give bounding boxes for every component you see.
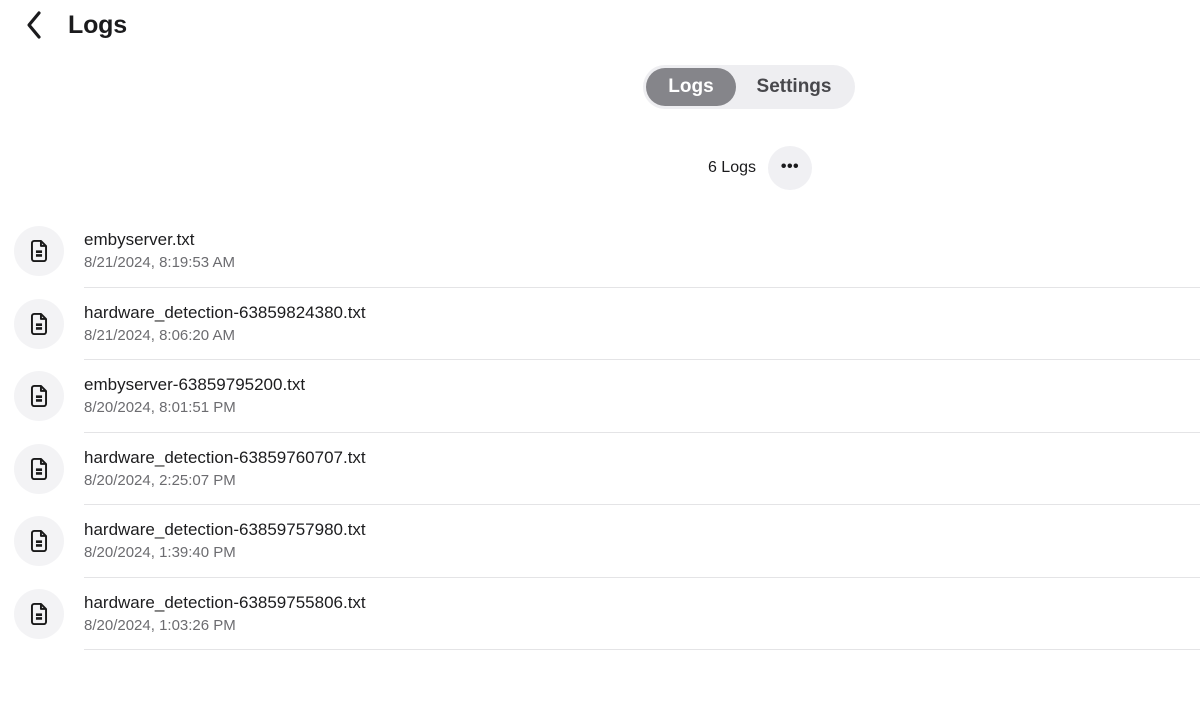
log-row-content: hardware_detection-63859755806.txt 8/20/… [84,578,1200,651]
page-title: Logs [68,11,127,40]
log-filename: hardware_detection-63859760707.txt [84,448,1200,468]
log-timestamp: 8/21/2024, 8:06:20 AM [84,327,1200,344]
document-icon [26,383,52,409]
back-button[interactable] [24,8,52,42]
document-icon-circle [14,444,64,494]
log-row[interactable]: embyserver-63859795200.txt 8/20/2024, 8:… [0,360,1200,433]
log-timestamp: 8/20/2024, 8:01:51 PM [84,399,1200,416]
log-list: embyserver.txt 8/21/2024, 8:19:53 AM har… [0,215,1200,650]
log-filename: hardware_detection-63859755806.txt [84,593,1200,613]
log-filename: hardware_detection-63859757980.txt [84,520,1200,540]
segmented-control: Logs Settings [643,65,855,109]
log-row[interactable]: hardware_detection-63859760707.txt 8/20/… [0,433,1200,506]
log-timestamp: 8/20/2024, 2:25:07 PM [84,472,1200,489]
document-icon-circle [14,589,64,639]
logs-count-label: 6 Logs [708,159,756,177]
document-icon [26,528,52,554]
log-row[interactable]: hardware_detection-63859755806.txt 8/20/… [0,578,1200,651]
tab-settings[interactable]: Settings [736,68,852,106]
document-icon [26,238,52,264]
log-row[interactable]: hardware_detection-63859824380.txt 8/21/… [0,288,1200,361]
log-timestamp: 8/21/2024, 8:19:53 AM [84,254,1200,271]
document-icon-circle [14,516,64,566]
header: Logs [24,8,127,42]
document-icon [26,311,52,337]
document-icon-circle [14,371,64,421]
document-icon-circle [14,226,64,276]
log-row[interactable]: embyserver.txt 8/21/2024, 8:19:53 AM [0,215,1200,288]
log-timestamp: 8/20/2024, 1:03:26 PM [84,617,1200,634]
document-icon [26,456,52,482]
document-icon-circle [14,299,64,349]
log-timestamp: 8/20/2024, 1:39:40 PM [84,544,1200,561]
log-row-content: hardware_detection-63859760707.txt 8/20/… [84,433,1200,506]
log-row-content: embyserver-63859795200.txt 8/20/2024, 8:… [84,360,1200,433]
tab-logs[interactable]: Logs [646,68,736,106]
more-options-button[interactable]: ••• [768,146,812,190]
logs-count-row: 6 Logs ••• [600,146,812,190]
log-filename: embyserver-63859795200.txt [84,375,1200,395]
log-row[interactable]: hardware_detection-63859757980.txt 8/20/… [0,505,1200,578]
document-icon [26,601,52,627]
chevron-left-icon [24,9,44,41]
log-filename: hardware_detection-63859824380.txt [84,303,1200,323]
ellipsis-icon: ••• [781,158,799,176]
log-row-content: embyserver.txt 8/21/2024, 8:19:53 AM [84,215,1200,288]
log-row-content: hardware_detection-63859824380.txt 8/21/… [84,288,1200,361]
log-row-content: hardware_detection-63859757980.txt 8/20/… [84,505,1200,578]
log-filename: embyserver.txt [84,230,1200,250]
